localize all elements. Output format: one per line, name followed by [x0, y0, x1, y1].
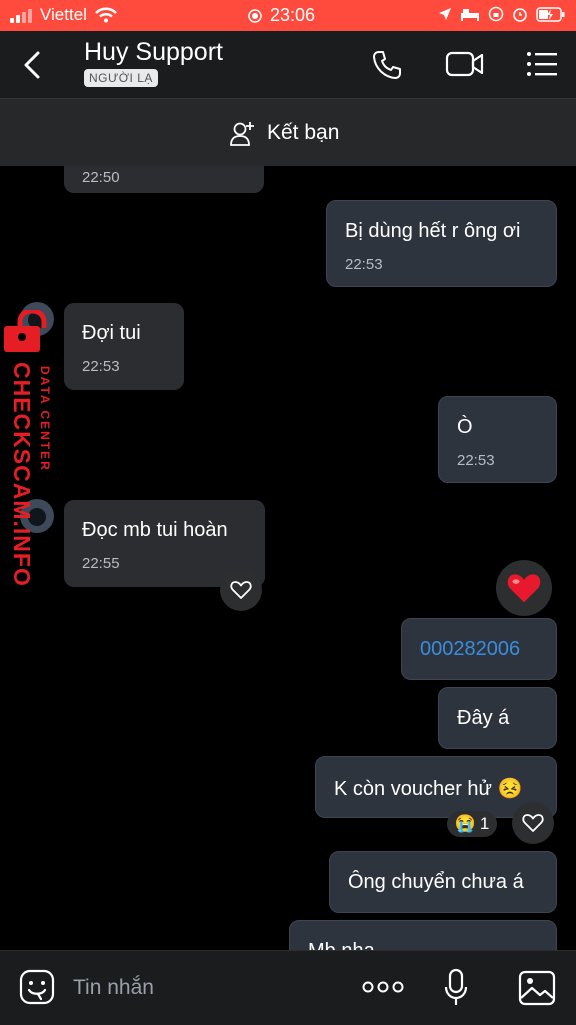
image-icon[interactable] — [518, 970, 556, 1006]
battery-icon — [536, 6, 565, 22]
sticker-icon[interactable] — [19, 969, 55, 1005]
message-text: Ông chuyển chưa á — [348, 871, 524, 893]
back-icon[interactable] — [22, 51, 42, 79]
reaction-count[interactable]: 😭 1 — [447, 811, 497, 837]
message-time: 22:53 — [82, 358, 120, 375]
crying-emoji-icon: 😭 — [454, 814, 476, 833]
message-text: Đọc mb tui hoàn — [82, 519, 228, 541]
message-list[interactable]: 22:50 Bị dùng hết r ông ơi 22:53 Đợi tui… — [0, 166, 576, 950]
reaction-count-value: 1 — [479, 814, 490, 833]
more-options-icon[interactable] — [362, 980, 404, 994]
alarm-icon — [513, 8, 527, 22]
watermark: CHECKSCAM.INFO DATA CENTER — [2, 310, 62, 590]
add-friend-button[interactable]: Kết bạn — [229, 119, 339, 147]
rotation-lock-icon — [488, 6, 504, 22]
add-person-icon — [230, 122, 254, 146]
message-bubble[interactable]: 000282006 — [401, 618, 557, 680]
message-bubble[interactable]: Ông chuyển chưa á — [329, 851, 557, 913]
stranger-badge: NGƯỜI LẠ — [84, 69, 158, 87]
video-call-icon[interactable] — [445, 49, 485, 79]
heart-outline-icon — [230, 581, 252, 599]
watermark-main: CHECKSCAM.INFO — [9, 362, 35, 587]
message-time: 22:50 — [82, 169, 120, 186]
message-input[interactable]: Tin nhắn — [73, 976, 154, 1000]
message-bubble[interactable]: Đây á — [438, 687, 557, 749]
like-button[interactable] — [512, 802, 554, 844]
menu-icon[interactable] — [526, 49, 558, 79]
message-time: 22:53 — [457, 452, 495, 469]
message-time: 22:53 — [345, 256, 383, 273]
message-bubble[interactable]: 22:50 — [64, 166, 264, 193]
clock: 23:06 — [270, 5, 316, 25]
phone-icon[interactable] — [371, 49, 403, 81]
add-friend-label: Kết bạn — [267, 121, 340, 144]
lock-logo-icon — [4, 310, 47, 352]
recording-icon — [248, 8, 262, 23]
heart-outline-icon — [522, 814, 544, 832]
message-bubble[interactable]: Bị dùng hết r ông ơi 22:53 — [326, 200, 557, 287]
signal-icon — [10, 7, 32, 23]
location-icon — [439, 8, 451, 20]
message-input-bar: Tin nhắn — [0, 950, 576, 1025]
message-text: Đợi tui — [82, 322, 141, 344]
watermark-sub: DATA CENTER — [38, 366, 52, 472]
message-link[interactable]: 000282006 — [420, 638, 520, 661]
message-text: Mb nha — [308, 940, 375, 950]
contact-name[interactable]: Huy Support — [84, 38, 223, 67]
carrier-label: Viettel — [40, 5, 87, 24]
message-time: 22:55 — [82, 555, 120, 572]
heart-icon — [507, 574, 541, 603]
message-text: K còn voucher hử 😣 — [334, 778, 523, 800]
status-bar: Viettel 23:06 — [0, 0, 576, 31]
heart-reaction[interactable] — [496, 560, 552, 616]
microphone-icon[interactable] — [443, 968, 469, 1008]
add-friend-bar: Kết bạn — [0, 98, 576, 166]
message-bubble[interactable]: Mb nha — [289, 920, 557, 950]
message-bubble[interactable]: Đợi tui 22:53 — [64, 303, 184, 390]
message-text: Bị dùng hết r ông ơi — [345, 220, 521, 242]
like-button[interactable] — [220, 569, 262, 611]
message-text: Đây á — [457, 707, 510, 729]
bed-icon — [461, 9, 479, 21]
wifi-icon — [95, 7, 117, 23]
message-text: Ò — [457, 416, 473, 438]
message-bubble[interactable]: Ò 22:53 — [438, 396, 557, 483]
chat-header: Huy Support NGƯỜI LẠ — [0, 31, 576, 98]
